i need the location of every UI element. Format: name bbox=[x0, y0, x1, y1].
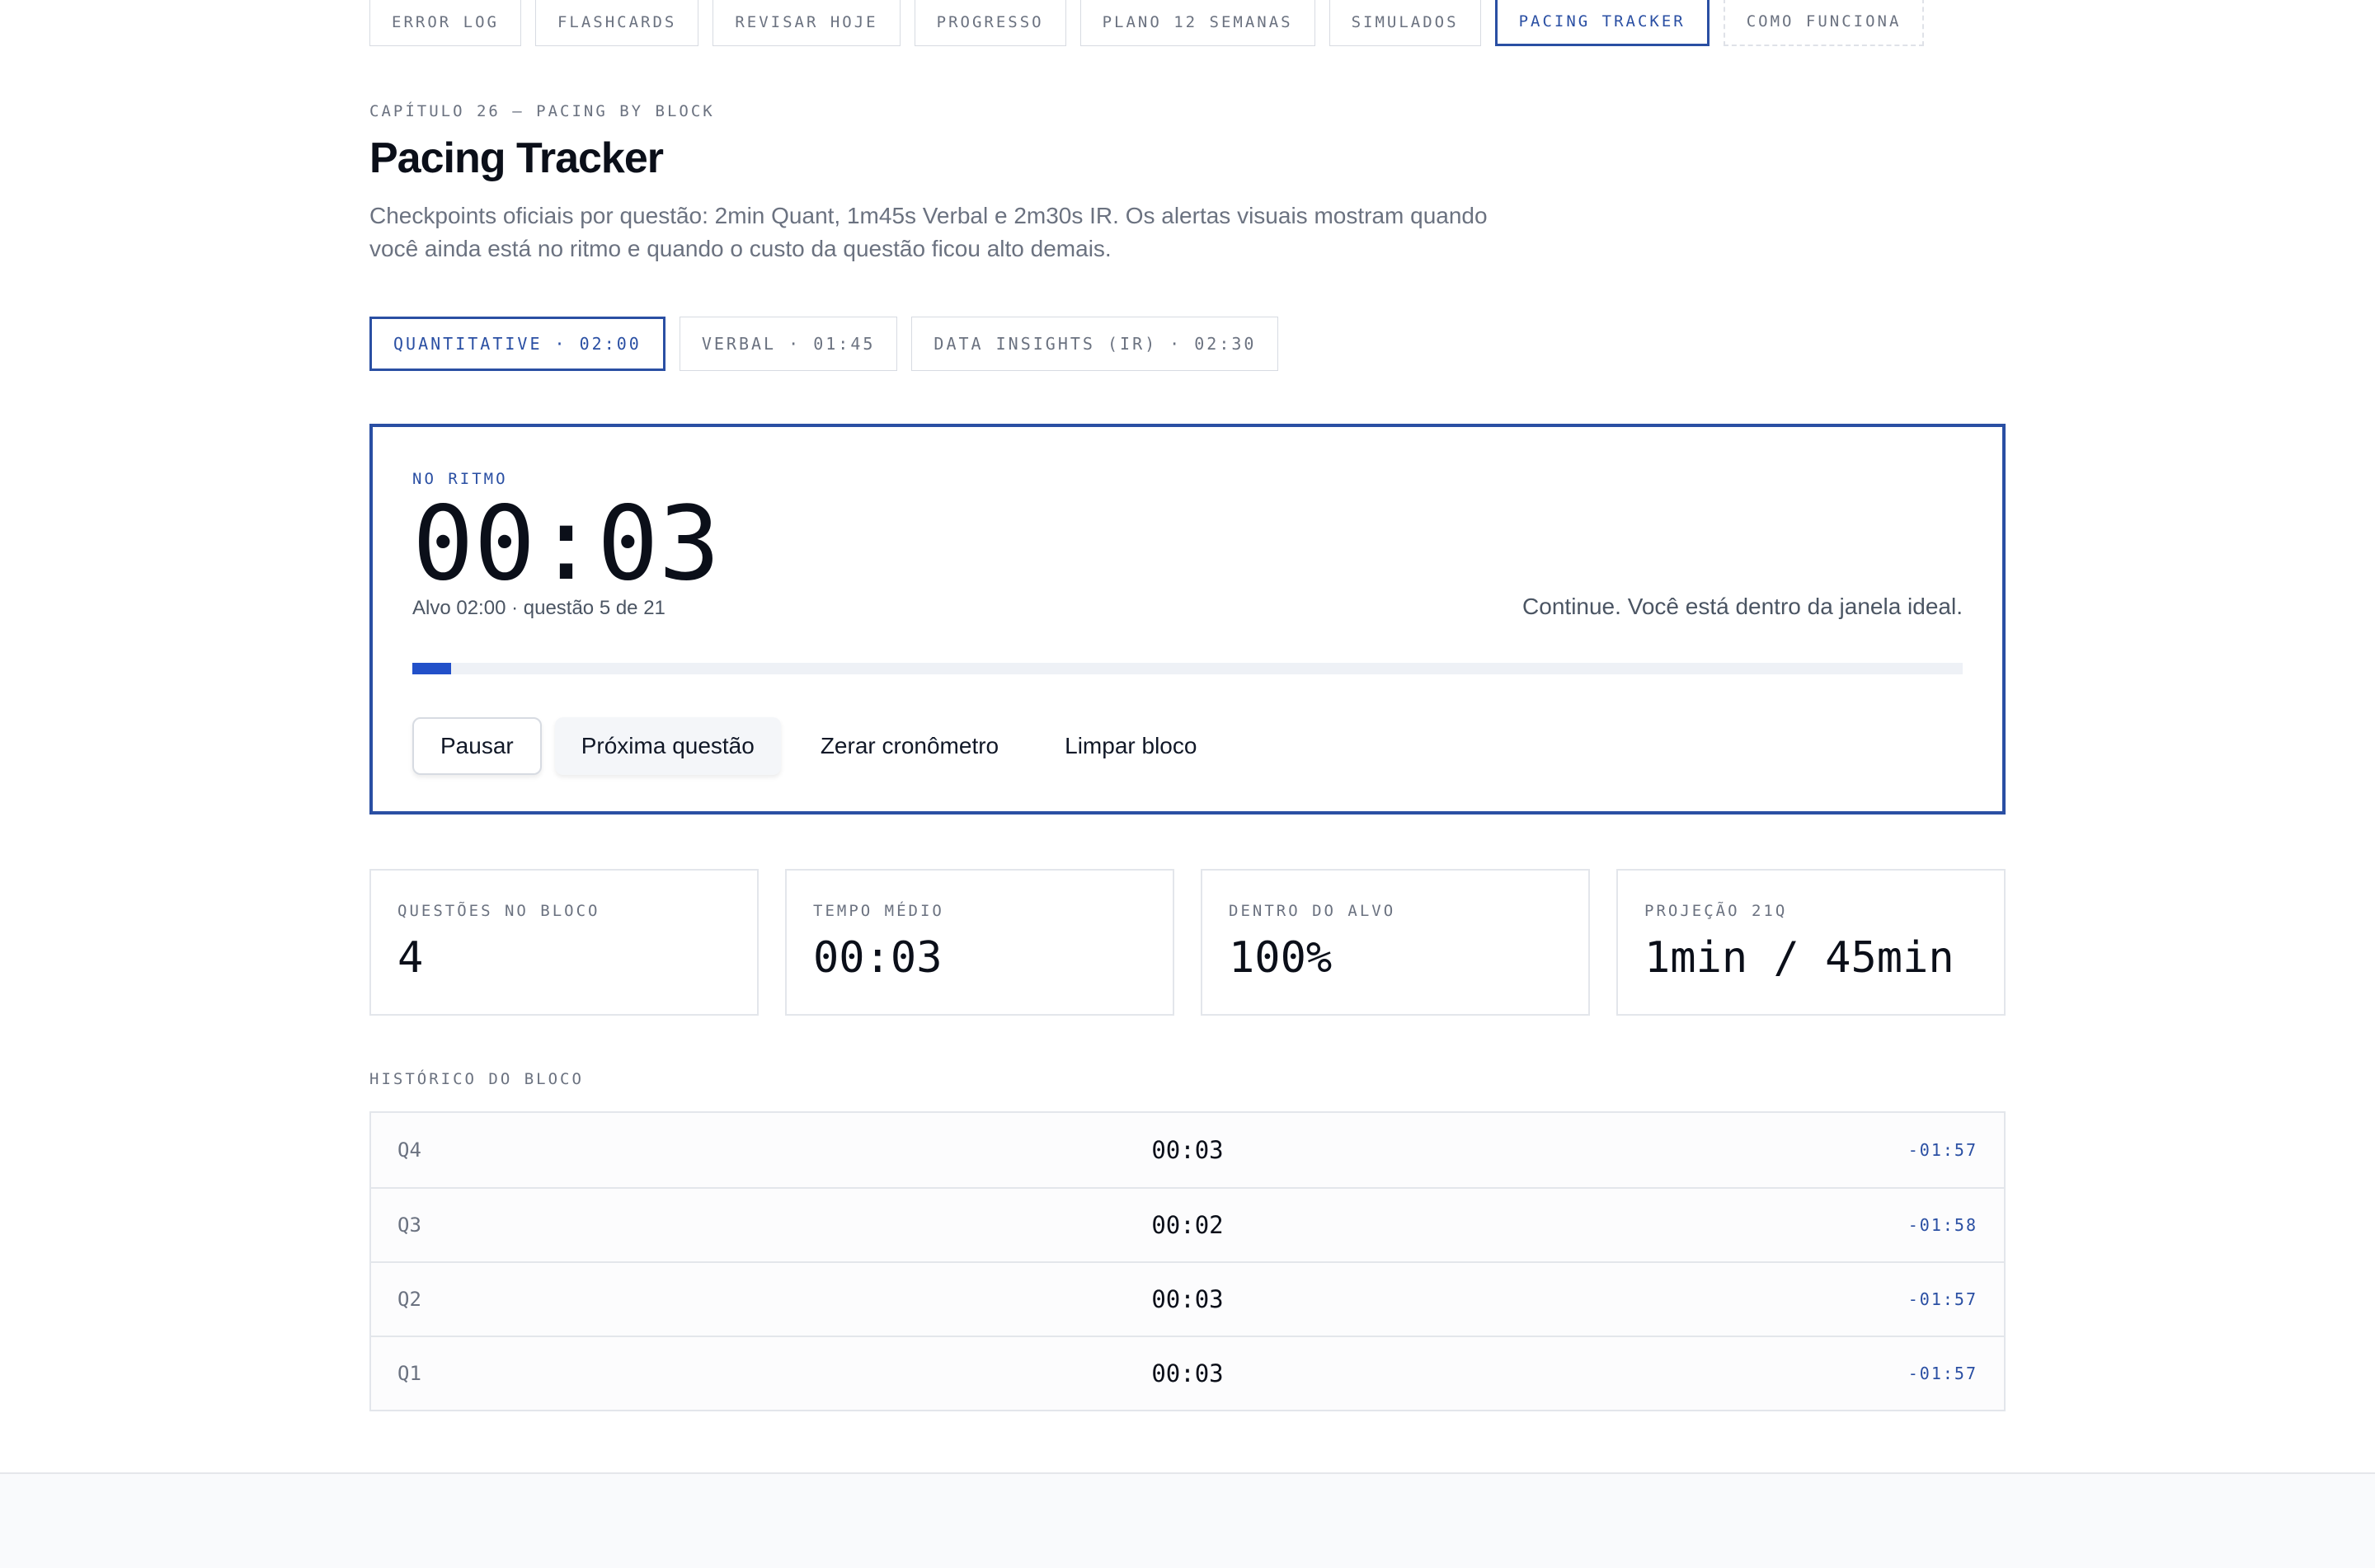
main-content: ERROR LOG FLASHCARDS REVISAR HOJE PROGRE… bbox=[369, 0, 2006, 1411]
table-row: Q1 00:03 -01:57 bbox=[371, 1336, 2004, 1410]
tab-simulados[interactable]: SIMULADOS bbox=[1329, 0, 1481, 46]
clear-block-button[interactable]: Limpar bloco bbox=[1038, 717, 1223, 775]
history-label: HISTÓRICO DO BLOCO bbox=[369, 1070, 584, 1088]
tab-flashcards[interactable]: FLASHCARDS bbox=[534, 0, 699, 46]
reset-timer-button[interactable]: Zerar cronômetro bbox=[794, 717, 1025, 775]
stat-label: DENTRO DO ALVO bbox=[1229, 902, 1396, 920]
next-question-button[interactable]: Próxima questão bbox=[554, 717, 781, 775]
top-nav: ERROR LOG FLASHCARDS REVISAR HOJE PROGRE… bbox=[369, 0, 2006, 48]
stat-value: 100% bbox=[1229, 933, 1333, 983]
tab-como-funciona[interactable]: COMO FUNCIONA bbox=[1723, 0, 1925, 46]
question-time: 00:03 bbox=[1151, 1136, 1224, 1164]
timer-actions: Pausar Próxima questão Zerar cronômetro … bbox=[412, 717, 1223, 775]
stat-value: 1min / 45min bbox=[1644, 933, 1954, 983]
stat-card-projection: PROJEÇÃO 21Q 1min / 45min bbox=[1616, 869, 2006, 1016]
stat-label: QUESTÕES NO BLOCO bbox=[397, 902, 600, 920]
timer-clock: 00:03 bbox=[412, 485, 721, 603]
table-row: Q2 00:03 -01:57 bbox=[371, 1261, 2004, 1336]
tab-plano-12-semanas[interactable]: PLANO 12 SEMANAS bbox=[1079, 0, 1315, 46]
tab-progresso[interactable]: PROGRESSO bbox=[914, 0, 1066, 46]
tab-error-log[interactable]: ERROR LOG bbox=[369, 0, 521, 46]
pace-message: Continue. Você está dentro da janela ide… bbox=[1522, 594, 1963, 619]
question-time: 00:03 bbox=[1151, 1285, 1224, 1313]
chapter-eyebrow: CAPÍTULO 26 — PACING BY BLOCK bbox=[369, 102, 715, 120]
tab-pacing-tracker[interactable]: PACING TRACKER bbox=[1494, 0, 1710, 46]
target-info: Alvo 02:00 · questão 5 de 21 bbox=[412, 597, 665, 619]
stat-value: 00:03 bbox=[813, 933, 943, 983]
progress-fill bbox=[412, 663, 451, 674]
time-delta: -01:58 bbox=[1907, 1215, 1978, 1235]
stat-card-questions: QUESTÕES NO BLOCO 4 bbox=[369, 869, 759, 1016]
question-time: 00:03 bbox=[1151, 1359, 1224, 1387]
table-row: Q3 00:02 -01:58 bbox=[371, 1187, 2004, 1261]
stat-card-average-time: TEMPO MÉDIO 00:03 bbox=[785, 869, 1174, 1016]
progress-bar bbox=[412, 663, 1963, 674]
pause-button[interactable]: Pausar bbox=[412, 717, 542, 775]
section-tab-data-insights[interactable]: DATA INSIGHTS (IR) · 02:30 bbox=[911, 317, 1279, 371]
time-delta: -01:57 bbox=[1907, 1364, 1978, 1383]
page-title: Pacing Tracker bbox=[369, 134, 664, 182]
timer-card: NO RITMO 00:03 Alvo 02:00 · questão 5 de… bbox=[369, 424, 2006, 815]
section-tab-quantitative[interactable]: QUANTITATIVE · 02:00 bbox=[369, 317, 665, 371]
stat-card-within-target: DENTRO DO ALVO 100% bbox=[1201, 869, 1590, 1016]
section-tab-verbal[interactable]: VERBAL · 01:45 bbox=[679, 317, 898, 371]
history-table: Q4 00:03 -01:57 Q3 00:02 -01:58 Q2 00:03… bbox=[369, 1111, 2006, 1411]
page-footer bbox=[0, 1472, 2375, 1568]
stats-grid: QUESTÕES NO BLOCO 4 TEMPO MÉDIO 00:03 DE… bbox=[369, 869, 2006, 1016]
section-tabs: QUANTITATIVE · 02:00 VERBAL · 01:45 DATA… bbox=[369, 317, 2006, 371]
table-row: Q4 00:03 -01:57 bbox=[371, 1113, 2004, 1187]
stat-label: TEMPO MÉDIO bbox=[813, 902, 944, 920]
time-delta: -01:57 bbox=[1907, 1289, 1978, 1309]
time-delta: -01:57 bbox=[1907, 1140, 1978, 1160]
tab-revisar-hoje[interactable]: REVISAR HOJE bbox=[712, 0, 901, 46]
page-description: Checkpoints oficiais por questão: 2min Q… bbox=[369, 203, 1488, 261]
stat-label: PROJEÇÃO 21Q bbox=[1644, 902, 1788, 920]
stat-value: 4 bbox=[397, 933, 424, 983]
question-time: 00:02 bbox=[1151, 1211, 1224, 1239]
